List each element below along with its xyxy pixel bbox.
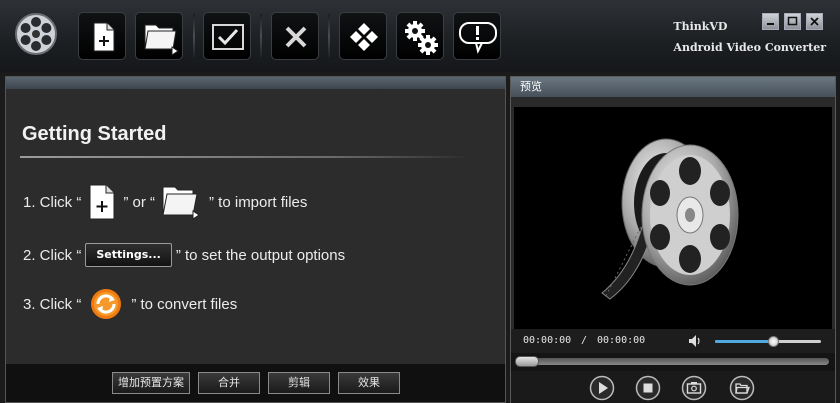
toolbar-separator <box>328 14 330 58</box>
help-button[interactable] <box>453 12 501 60</box>
playback-controls <box>511 371 835 403</box>
seek-track[interactable] <box>515 358 829 365</box>
step-2-suffix: ” to set the output options <box>175 246 346 264</box>
toolbar-separator <box>260 14 262 58</box>
file-plus-icon <box>89 184 115 220</box>
film-reel-logo-icon <box>15 13 57 55</box>
toolbar-separator <box>193 14 195 58</box>
getting-started-panel: Getting Started 1. Click “ ” or “ ” to i… <box>5 76 506 403</box>
current-time: 00:00:00 <box>523 335 572 346</box>
title-divider <box>20 156 470 158</box>
file-plus-icon <box>93 22 115 52</box>
video-preview <box>514 107 832 329</box>
bottom-action-bar: 增加预置方案 合并 剪辑 效果 <box>6 364 505 402</box>
preview-title: 预览 <box>511 77 835 97</box>
stop-icon[interactable] <box>635 375 661 401</box>
settings-chip: Settings... <box>85 243 172 267</box>
step-1-suffix: ” to import files <box>209 193 308 211</box>
volume-slider[interactable] <box>715 336 821 347</box>
app-brand: ThinkVD Android Video Converter <box>673 16 826 58</box>
transform-button[interactable] <box>339 12 387 60</box>
check-button[interactable] <box>203 12 251 60</box>
brand-name: ThinkVD <box>673 20 728 33</box>
effect-button[interactable]: 效果 <box>338 372 400 394</box>
diamond-icon <box>350 23 378 51</box>
play-icon[interactable] <box>589 375 615 401</box>
film-reel-illustration <box>601 138 739 300</box>
clip-button[interactable]: 剪辑 <box>268 372 330 394</box>
checkbox-icon <box>212 24 244 50</box>
step-3-prefix: 3. Click “ <box>23 295 82 313</box>
snapshot-icon[interactable] <box>681 375 707 401</box>
volume-fill <box>715 340 774 343</box>
time-bar: 00:00:00 / 00:00:00 <box>511 329 835 353</box>
x-icon <box>285 26 307 48</box>
seek-knob[interactable] <box>515 356 539 367</box>
add-preset-button[interactable]: 增加预置方案 <box>112 372 190 394</box>
total-time: 00:00:00 <box>597 335 646 346</box>
merge-button[interactable]: 合并 <box>198 372 260 394</box>
folder-icon <box>162 186 200 220</box>
step-1-middle: ” or “ <box>123 193 156 211</box>
step-2-prefix: 2. Click “ <box>23 246 82 264</box>
settings-button[interactable] <box>396 12 444 60</box>
convert-icon <box>91 289 122 319</box>
remove-button[interactable] <box>271 12 319 60</box>
preview-panel: 预览 00:00:00 / 00:00:00 <box>510 76 836 403</box>
speech-bubble-icon <box>459 22 497 54</box>
add-folder-button[interactable] <box>135 12 183 60</box>
page-title: Getting Started <box>22 123 167 145</box>
seek-bar-row <box>511 353 835 371</box>
folder-icon <box>144 24 179 56</box>
volume-icon[interactable] <box>687 333 703 349</box>
volume-knob[interactable] <box>767 336 779 347</box>
toolbar: ThinkVD Android Video Converter <box>0 0 840 72</box>
gears-icon <box>405 21 438 55</box>
step-2: 2. Click “ Settings... ” to set the outp… <box>23 243 345 267</box>
step-1-prefix: 1. Click “ <box>23 193 82 211</box>
step-1: 1. Click “ ” or “ ” to import files <box>23 183 307 221</box>
step-3-suffix: ” to convert files <box>131 295 238 313</box>
brand-product: Android Video Converter <box>673 41 826 54</box>
panel-header <box>6 77 505 89</box>
add-file-button[interactable] <box>78 12 126 60</box>
time-separator: / <box>581 335 588 346</box>
step-3: 3. Click “ ” to convert files <box>23 287 237 321</box>
open-folder-icon[interactable] <box>729 375 755 401</box>
